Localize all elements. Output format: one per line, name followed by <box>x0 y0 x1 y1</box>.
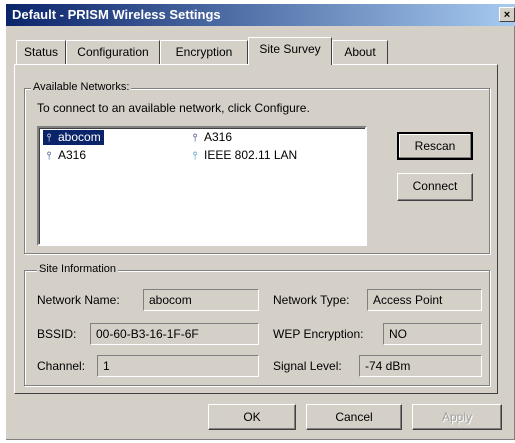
tab-encryption-label: Encryption <box>175 45 233 59</box>
bssid-label: BSSID: <box>37 327 77 341</box>
network-name: IEEE 802.11 LAN <box>204 148 298 162</box>
antenna-icon: ⫯ <box>192 132 198 144</box>
tab-status-label: Status <box>23 45 59 59</box>
tab-configuration-label: Configuration <box>77 45 149 59</box>
site-information-legend: Site Information <box>37 263 119 275</box>
tab-encryption[interactable]: Encryption <box>160 40 248 64</box>
wep-encryption-field: NO <box>383 323 482 345</box>
title-bar[interactable]: Default - PRISM Wireless Settings × <box>6 4 515 26</box>
tab-about-label: About <box>344 45 376 59</box>
network-type-label: Network Type: <box>273 293 350 307</box>
network-item-abocom[interactable]: ⫯ abocom <box>43 130 104 145</box>
apply-button[interactable]: Apply <box>412 404 502 430</box>
rescan-button[interactable]: Rescan <box>397 132 473 160</box>
ok-button[interactable]: OK <box>208 404 296 430</box>
network-listbox[interactable]: ⫯ abocom ⫯ A316 ⫯ A316 ⫯ IEEE 802.11 LAN <box>37 126 367 246</box>
bssid-field: 00-60-B3-16-1F-6F <box>90 323 259 345</box>
signal-level-label: Signal Level: <box>273 359 342 373</box>
antenna-icon: ⫯ <box>46 150 52 162</box>
instruction-text: To connect to an available network, clic… <box>37 101 310 115</box>
connect-button[interactable]: Connect <box>397 173 473 201</box>
tab-site-survey-label: Site Survey <box>259 42 321 56</box>
available-networks-legend: Available Networks: <box>31 81 132 93</box>
network-item-a316[interactable]: ⫯ A316 <box>43 148 89 163</box>
network-item-a316-2[interactable]: ⫯ A316 <box>189 130 235 145</box>
network-type-field: Access Point <box>367 289 482 311</box>
close-button[interactable]: × <box>499 7 515 22</box>
window-title: Default - PRISM Wireless Settings <box>12 7 221 22</box>
network-name-field: abocom <box>143 289 259 311</box>
antenna-icon: ⫯ <box>46 132 52 144</box>
signal-level-field: -74 dBm <box>359 355 482 377</box>
channel-label: Channel: <box>37 359 86 373</box>
channel-field: 1 <box>97 355 259 377</box>
network-name-label: Network Name: <box>37 293 120 307</box>
wep-encryption-label: WEP Encryption: <box>273 327 364 341</box>
cancel-button[interactable]: Cancel <box>306 404 402 430</box>
network-name: A316 <box>204 130 233 144</box>
network-name: abocom <box>58 130 101 144</box>
tab-status[interactable]: Status <box>16 40 66 64</box>
tab-configuration[interactable]: Configuration <box>66 40 160 64</box>
antenna-icon: ⫯ <box>192 150 198 162</box>
close-icon: × <box>503 9 511 21</box>
network-name: A316 <box>58 148 87 162</box>
tab-about[interactable]: About <box>332 40 388 64</box>
tab-site-survey[interactable]: Site Survey <box>248 37 332 65</box>
network-item-ieee[interactable]: ⫯ IEEE 802.11 LAN <box>189 148 300 163</box>
